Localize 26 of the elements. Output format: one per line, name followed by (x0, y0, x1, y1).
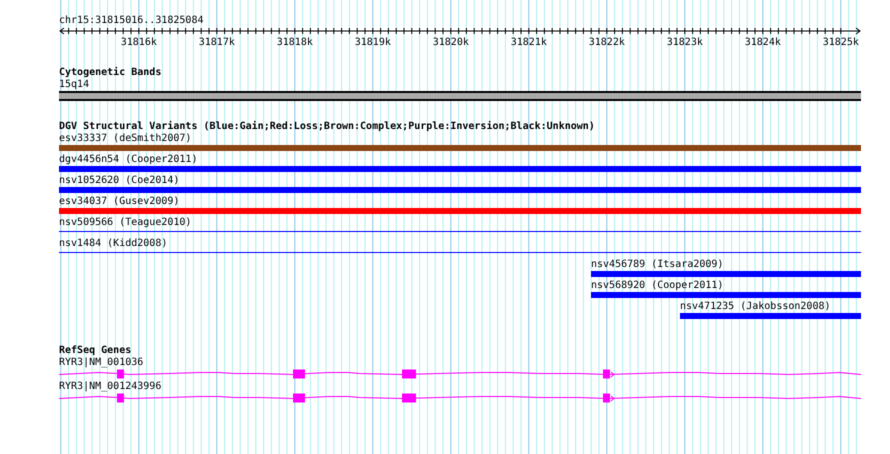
tick-label: 31820k (432, 37, 469, 49)
variant-label: nsv456789 (Itsara2009) (591, 259, 724, 271)
tick-label: 31823k (666, 37, 703, 49)
variant-label: nsv471235 (Jakobsson2008) (680, 301, 832, 313)
tick-label: 31819k (354, 37, 391, 49)
variant-label: nsv1484 (Kidd2008) (59, 238, 168, 250)
variant-label: esv34037 (Gusev2009) (59, 196, 180, 208)
tick-label: 31824k (744, 37, 781, 49)
tick-label: 31825k (822, 37, 859, 49)
region-label: chr15:31815016..31825084 (59, 15, 204, 27)
transcript-label: RYR3|NM_001243996 (59, 381, 162, 393)
band-label: 15q14 (59, 79, 90, 91)
transcript-label: RYR3|NM_001036 (59, 357, 144, 369)
track-title: DGV Structural Variants (Blue:Gain;Red:Loss;Brown:Complex;Purple:Inversion;Black:Unknown) (59, 121, 596, 133)
variant-label: dgv4456n54 (Cooper2011) (59, 154, 198, 166)
tick-label: 31816k (120, 37, 157, 49)
track-title: RefSeq Genes (59, 345, 132, 357)
tick-label: 31821k (510, 37, 547, 49)
variant-label: nsv568920 (Cooper2011) (591, 280, 724, 292)
variant-label: esv33337 (deSmith2007) (59, 133, 192, 145)
tick-label: 31817k (198, 37, 235, 49)
tick-label: 31822k (588, 37, 625, 49)
variant-label: nsv1052620 (Coe2014) (59, 175, 180, 187)
track-title: Cytogenetic Bands (59, 67, 162, 79)
tick-label: 31818k (276, 37, 313, 49)
variant-label: nsv509566 (Teague2010) (59, 217, 192, 229)
